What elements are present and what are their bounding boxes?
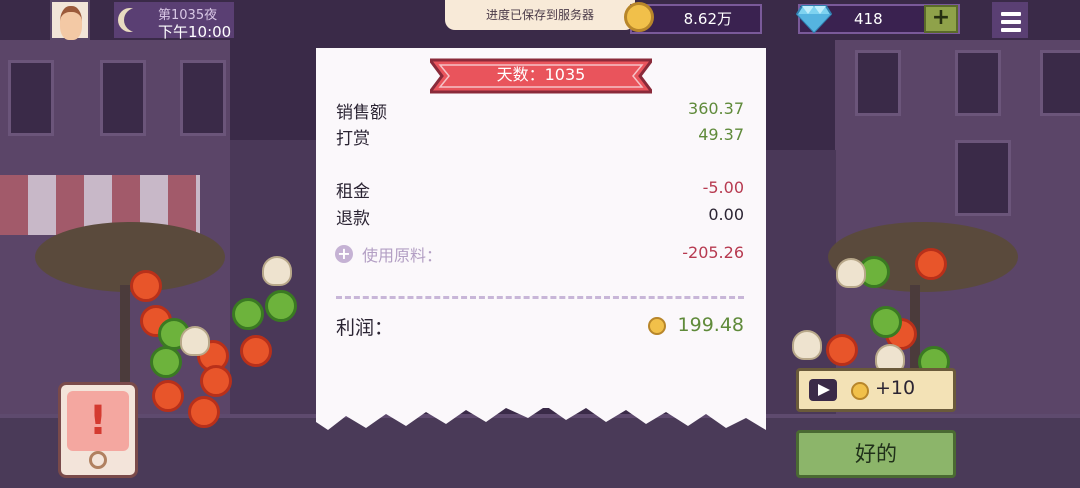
menu-bar [1001, 20, 1021, 24]
avatar[interactable] [50, 0, 90, 40]
divider [336, 296, 744, 299]
receipt-torn-edge [316, 400, 766, 430]
pepper-slice [870, 306, 902, 338]
menu-button[interactable] [990, 0, 1030, 40]
alert-card-button[interactable]: ! [58, 382, 138, 478]
add-gems-button[interactable]: + [924, 5, 958, 33]
window [855, 50, 901, 116]
tomato-slice [915, 248, 947, 280]
ingredients-value: -205.26 [682, 243, 744, 262]
window [100, 60, 146, 136]
expand-plus-icon[interactable]: + [335, 245, 353, 263]
play-video-icon [809, 379, 837, 401]
tomato-slice [826, 334, 858, 366]
window [1040, 50, 1080, 116]
exclamation-icon: ! [88, 398, 108, 444]
mushroom-slice [836, 258, 866, 288]
pepper-slice [150, 346, 182, 378]
tips-value: 49.37 [698, 125, 744, 144]
pepper-slice [265, 290, 297, 322]
tomato-slice [130, 270, 162, 302]
mushroom-slice [180, 326, 210, 356]
sales-value: 360.37 [688, 99, 744, 118]
time-label: 下午10:00 [158, 23, 232, 41]
rent-value: -5.00 [702, 178, 744, 197]
tomato-slice [188, 396, 220, 428]
moon-icon [124, 8, 148, 32]
mushroom-slice [792, 330, 822, 360]
refund-label: 退款 [336, 209, 370, 229]
window [955, 50, 1001, 116]
day-time-panel: 第1035夜 下午10:00 [112, 0, 236, 41]
window [8, 60, 54, 136]
coin-icon [648, 317, 666, 335]
pepper-slice [232, 298, 264, 330]
mushroom-slice [262, 256, 292, 286]
refund-value: 0.00 [708, 205, 744, 224]
save-toast: 进度已保存到服务器 [445, 0, 635, 30]
watch-ad-reward-button[interactable]: +10 [796, 368, 956, 412]
coin-icon [851, 382, 869, 400]
ingredients-label[interactable]: 使用原料： [362, 242, 442, 266]
profit-label: 利润： [336, 317, 394, 339]
coin-icon [624, 2, 654, 32]
avatar-face [60, 6, 82, 40]
ad-reward-label: +10 [875, 377, 916, 399]
tips-label: 打赏 [336, 129, 370, 149]
rent-label: 租金 [336, 182, 370, 202]
ok-button[interactable]: 好的 [796, 430, 956, 478]
day-ribbon-title: 天数：1035 [496, 65, 586, 84]
alert-panel: ! [67, 391, 129, 451]
menu-bar [1001, 12, 1021, 16]
tomato-slice [200, 365, 232, 397]
sales-label: 销售额 [336, 103, 387, 123]
window [955, 140, 1011, 216]
menu-bar [1001, 28, 1021, 32]
profit-value: 199.48 [677, 314, 744, 336]
tomato-slice [240, 335, 272, 367]
window [180, 60, 226, 136]
diamond-icon [796, 5, 832, 34]
card-dot [89, 451, 107, 469]
tomato-slice [152, 380, 184, 412]
